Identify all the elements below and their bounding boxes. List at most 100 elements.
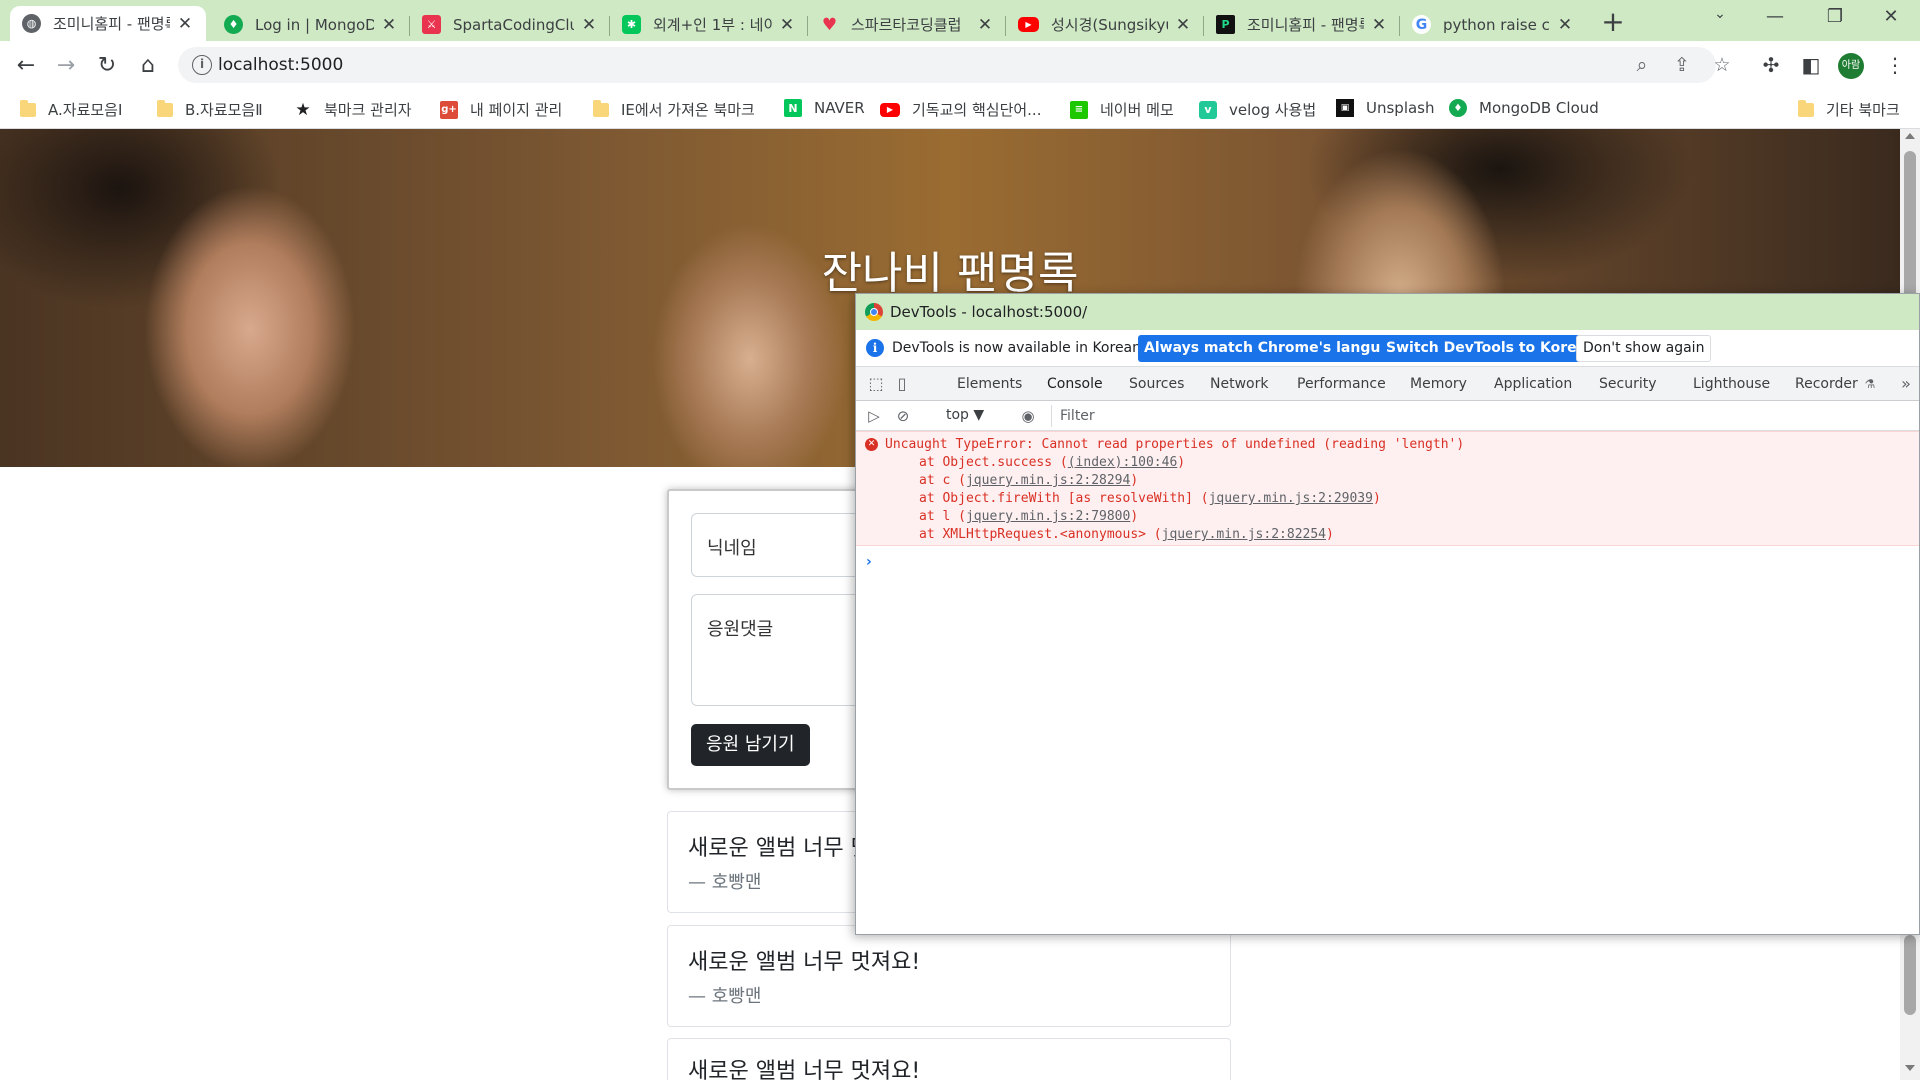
- stack-frame: at XMLHttpRequest.<anonymous> (jquery.mi…: [919, 527, 1334, 542]
- folder-icon: [593, 99, 609, 117]
- menu-kebab-icon[interactable]: ⋮: [1884, 55, 1906, 77]
- stack-frame-text: ): [1130, 473, 1139, 488]
- more-tabs-chevron-icon[interactable]: »: [1896, 374, 1916, 394]
- window-close-icon[interactable]: ✕: [1866, 6, 1916, 34]
- stack-frame-text: ): [1326, 527, 1334, 542]
- tab-spartacodingclub[interactable]: ⚔ SpartaCodingClub ✕: [410, 8, 610, 41]
- bookmark-label: A.자료모음Ⅰ: [48, 101, 123, 119]
- close-icon[interactable]: ✕: [976, 15, 994, 35]
- home-icon[interactable]: ⌂: [132, 49, 164, 81]
- youtube-icon: ▶: [1018, 17, 1039, 32]
- tab-security[interactable]: Security: [1599, 376, 1657, 392]
- stack-frame-link[interactable]: jquery.min.js:2:28294: [966, 473, 1130, 488]
- stack-frame-link[interactable]: jquery.min.js:2:79800: [966, 509, 1130, 524]
- tab-youtube-sungsikyung[interactable]: ▶ 성시경(Sungsikyung) ✕: [1006, 8, 1204, 41]
- memo-icon: ≡: [1070, 100, 1088, 119]
- close-icon[interactable]: ✕: [176, 14, 194, 34]
- site-info-icon[interactable]: i: [192, 55, 212, 75]
- profile-avatar[interactable]: 아람: [1838, 53, 1864, 79]
- tab-application[interactable]: Application: [1494, 376, 1572, 392]
- tab-elements[interactable]: Elements: [957, 376, 1022, 392]
- scroll-thumb-lower[interactable]: [1904, 935, 1916, 1015]
- tab-google-search[interactable]: G python raise condition ✕: [1400, 8, 1586, 41]
- close-icon[interactable]: ✕: [1556, 15, 1574, 35]
- banner-message: DevTools is now available in Korean!: [892, 340, 1147, 356]
- new-tab-button[interactable]: +: [1598, 8, 1628, 38]
- bookmark-item[interactable]: IE에서 가져온 북마크: [593, 99, 755, 120]
- minimize-icon[interactable]: —: [1750, 6, 1800, 34]
- console-filter-input[interactable]: Filter: [1051, 405, 1919, 427]
- forward-arrow-icon[interactable]: →: [50, 49, 82, 81]
- context-selector[interactable]: top ▼: [946, 407, 984, 423]
- tab-spartacoding[interactable]: ♥ 스파르타코딩클럽 ✕: [808, 8, 1006, 41]
- dont-show-again-button[interactable]: Don't show again: [1576, 335, 1712, 362]
- side-panel-icon[interactable]: ◧: [1800, 55, 1822, 77]
- bookmark-item-other[interactable]: 기타 북마크: [1798, 99, 1900, 120]
- tab-memory[interactable]: Memory: [1410, 376, 1467, 392]
- zoom-icon[interactable]: ⌕: [1630, 54, 1654, 78]
- bookmark-label: 네이버 메모: [1100, 101, 1174, 119]
- close-icon[interactable]: ✕: [380, 15, 398, 35]
- scroll-down-arrow-icon[interactable]: [1905, 1065, 1915, 1071]
- tab-mongodb-login[interactable]: ♦ Log in | MongoDB ✕: [212, 8, 410, 41]
- bookmark-label: 북마크 관리자: [324, 101, 412, 119]
- tab-fanpage-local[interactable]: P 조미니홈피 - 팬명록 ✕: [1204, 8, 1400, 41]
- tab-performance[interactable]: Performance: [1297, 376, 1386, 392]
- tab-network[interactable]: Network: [1210, 376, 1268, 392]
- tab-console[interactable]: Console: [1039, 376, 1111, 403]
- switch-to-korean-button[interactable]: Switch DevTools to Korean: [1380, 335, 1603, 362]
- bookmark-star-icon[interactable]: ☆: [1710, 54, 1734, 78]
- info-icon: i: [866, 339, 884, 357]
- share-icon[interactable]: ⇪: [1670, 54, 1694, 78]
- bookmark-item[interactable]: ★ 북마크 관리자: [294, 99, 412, 120]
- stack-frame-link[interactable]: (index):100:46: [1068, 455, 1178, 470]
- close-icon[interactable]: ✕: [1370, 15, 1388, 35]
- inspect-element-icon[interactable]: ⬚: [866, 374, 886, 394]
- bookmark-item[interactable]: ♦ MongoDB Cloud: [1449, 99, 1599, 117]
- close-icon[interactable]: ✕: [580, 15, 598, 35]
- bookmark-label: Unsplash: [1366, 99, 1435, 117]
- stack-frame-link[interactable]: jquery.min.js:2:82254: [1162, 527, 1326, 542]
- stack-frame-link[interactable]: jquery.min.js:2:29039: [1209, 491, 1373, 506]
- live-expression-eye-icon[interactable]: ◉: [1018, 406, 1038, 426]
- restore-icon[interactable]: ❐: [1810, 6, 1860, 34]
- tab-title: SpartaCodingClub: [453, 15, 574, 34]
- reload-icon[interactable]: ↻: [91, 49, 123, 81]
- scroll-up-arrow-icon[interactable]: [1905, 133, 1915, 139]
- close-icon[interactable]: ✕: [1174, 15, 1192, 35]
- tab-alien-movie[interactable]: ✱ 외계+인 1부 : 네이버 ✕: [610, 8, 808, 41]
- devtools-titlebar[interactable]: DevTools - localhost:5000/: [856, 294, 1919, 330]
- bookmark-item[interactable]: v velog 사용법: [1199, 99, 1316, 120]
- close-icon[interactable]: ✕: [778, 15, 796, 35]
- address-url[interactable]: localhost:5000: [218, 55, 343, 75]
- error-text: Uncaught TypeError: Cannot read properti…: [885, 437, 1465, 452]
- bookmark-item[interactable]: B.자료모음Ⅱ: [157, 99, 263, 120]
- back-arrow-icon[interactable]: ←: [10, 49, 42, 81]
- stack-frame: at Object.success ((index):100:46): [919, 455, 1185, 470]
- device-toolbar-icon[interactable]: ▯: [892, 374, 912, 394]
- bookmark-item[interactable]: ▶ 기독교의 핵심단어...: [880, 99, 1041, 120]
- submit-cheer-button[interactable]: 응원 남기기: [691, 724, 810, 766]
- tab-recorder[interactable]: Recorder: [1795, 376, 1858, 392]
- tab-search-chevron-icon[interactable]: ⌄: [1695, 6, 1745, 34]
- sidebar-toggle-icon[interactable]: ▷: [864, 406, 884, 426]
- flask-icon: ⚗: [1864, 377, 1876, 391]
- bookmark-label: 기독교의 핵심단어...: [912, 101, 1042, 119]
- tab-title: 외계+인 1부 : 네이버: [653, 16, 772, 34]
- console-toolbar: ▷ ⊘ top ▼ ◉ Filter: [856, 401, 1919, 431]
- clear-console-icon[interactable]: ⊘: [893, 406, 913, 426]
- bookmark-item[interactable]: ▣ Unsplash: [1336, 99, 1435, 117]
- extensions-puzzle-icon[interactable]: ✣: [1760, 55, 1782, 77]
- tab-lighthouse[interactable]: Lighthouse: [1693, 376, 1770, 392]
- bookmark-item[interactable]: ≡ 네이버 메모: [1070, 99, 1174, 120]
- stack-frame-text: at Object.fireWith [as resolveWith] (: [919, 491, 1209, 506]
- bookmark-item[interactable]: A.자료모음Ⅰ: [20, 99, 122, 120]
- tab-title: 조미니홈피 - 팬명록: [53, 15, 170, 33]
- bookmark-item[interactable]: N NAVER: [784, 99, 865, 117]
- tab-sources[interactable]: Sources: [1129, 376, 1184, 392]
- tab-active[interactable]: ◍ 조미니홈피 - 팬명록 ✕: [10, 6, 206, 41]
- bookmark-item[interactable]: g+ 내 페이지 관리: [440, 99, 562, 120]
- address-bar[interactable]: i localhost:5000 ⌕ ⇪ ☆: [178, 47, 1731, 83]
- console-prompt[interactable]: ›: [866, 554, 872, 570]
- always-match-language-button[interactable]: Always match Chrome's language: [1138, 335, 1416, 362]
